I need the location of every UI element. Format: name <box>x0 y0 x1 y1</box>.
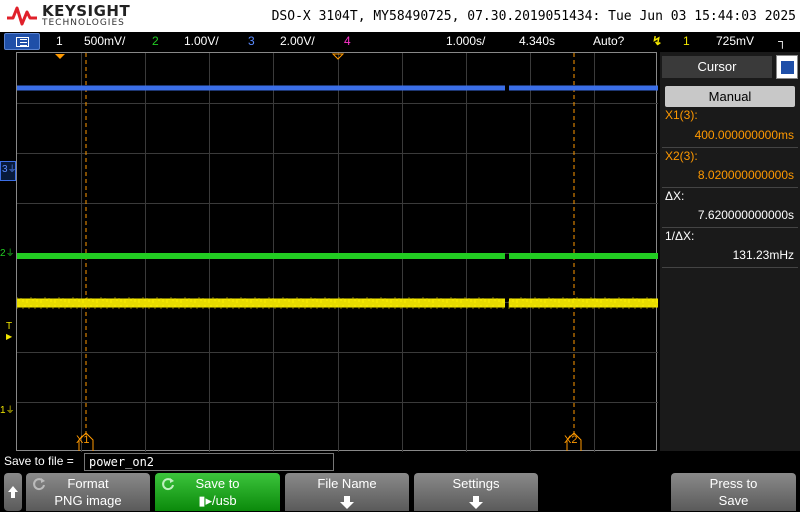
settings-label: Settings <box>452 476 500 491</box>
inv-delta-x-label: 1/ΔX: <box>665 229 695 243</box>
ch3-scale[interactable]: 2.00V/ <box>280 34 315 48</box>
file-name-label: File Name <box>317 476 377 491</box>
x1-value[interactable]: 400.000000000ms <box>695 128 794 142</box>
ch2-number[interactable]: 2 <box>152 34 159 48</box>
divider <box>662 147 798 148</box>
divider <box>662 187 798 188</box>
save-to-value: ▮▸/usb <box>198 493 237 508</box>
timebase-scale[interactable]: 1.000s/ <box>446 34 485 48</box>
cursor-x1-label[interactable]: X1 <box>76 434 89 446</box>
save-file-bar: Save to file = power_on2 <box>0 452 800 471</box>
ch1-ground-marker[interactable]: 1⏚ <box>0 403 15 416</box>
trigger-level[interactable]: 725mV <box>716 34 754 48</box>
save-label: Save <box>718 493 749 508</box>
delta-x-label: ΔX: <box>665 189 685 203</box>
x2-label: X2(3): <box>665 149 698 163</box>
ch1-scale[interactable]: 500mV/ <box>84 34 125 48</box>
trigger-source[interactable]: 1 <box>683 34 690 48</box>
up-button[interactable] <box>4 473 22 511</box>
divider <box>662 267 798 268</box>
brand-subtitle: TECHNOLOGIES <box>42 18 125 28</box>
filename-field[interactable]: power_on2 <box>84 453 334 471</box>
instrument-info: DSO-X 3104T, MY58490725, 07.30.201905143… <box>271 9 796 24</box>
cursor-panel: Cursor Manual X1(3): 400.000000000ms X2(… <box>660 52 800 451</box>
down-arrow-icon <box>340 496 354 509</box>
trigger-slope-icon: ┐ <box>778 34 787 48</box>
divider <box>662 227 798 228</box>
channel-status-bar: 1 500mV/ 2 1.00V/ 3 2.00V/ 4 1.000s/ 4.3… <box>0 32 800 51</box>
inv-delta-x-value: 131.23mHz <box>732 248 794 262</box>
up-arrow-icon <box>8 486 18 498</box>
trigger-edge-icon: ↯ <box>652 34 663 48</box>
keysight-logo-icon <box>7 6 37 26</box>
ch2-scale[interactable]: 1.00V/ <box>184 34 219 48</box>
press-to-save-softkey[interactable]: Press to Save <box>671 473 796 511</box>
horizontal-delay[interactable]: 4.340s <box>519 34 555 48</box>
trigger-level-marker[interactable]: T ▶ <box>6 322 12 342</box>
header-bar: KEYSIGHT TECHNOLOGIES DSO-X 3104T, MY584… <box>0 0 800 32</box>
cursor-mode-button[interactable]: Manual <box>665 86 795 107</box>
trigger-position-marker <box>55 54 65 59</box>
ch2-ground-marker[interactable]: 2⏚ <box>0 246 15 259</box>
menu-icon <box>16 37 29 47</box>
save-to-label: Save to <box>195 476 240 491</box>
x1-label: X1(3): <box>665 108 698 122</box>
waveform-canvas <box>17 53 658 452</box>
save-to-softkey[interactable]: Save to ▮▸/usb <box>155 473 280 511</box>
format-softkey[interactable]: Format PNG image <box>26 473 150 511</box>
ch3-ground-marker[interactable]: 3⏚ <box>0 161 17 181</box>
press-to-label: Press to <box>709 476 758 491</box>
delta-x-value: 7.620000000000s <box>697 208 794 222</box>
settings-softkey[interactable]: Settings <box>414 473 538 511</box>
ch1-number[interactable]: 1 <box>56 34 63 48</box>
ch3-number[interactable]: 3 <box>248 34 255 48</box>
save-to-file-label: Save to file = <box>4 454 74 468</box>
panel-title: Cursor <box>662 56 772 78</box>
waveform-display[interactable] <box>16 52 658 452</box>
menu-icon <box>781 61 794 74</box>
ch4-number[interactable]: 4 <box>344 34 351 48</box>
file-name-softkey[interactable]: File Name <box>285 473 409 511</box>
cursor-x2-label[interactable]: X2 <box>564 434 577 446</box>
x2-value[interactable]: 8.020000000000s <box>698 168 794 182</box>
format-label: Format <box>67 476 109 491</box>
main-menu-button[interactable] <box>4 33 40 50</box>
softkey-bar: Format PNG image Save to ▮▸/usb File Nam… <box>0 472 800 512</box>
trigger-mode[interactable]: Auto? <box>593 34 624 48</box>
panel-menu-button[interactable] <box>776 55 798 79</box>
format-value: PNG image <box>54 493 122 508</box>
down-arrow-icon <box>469 496 483 509</box>
